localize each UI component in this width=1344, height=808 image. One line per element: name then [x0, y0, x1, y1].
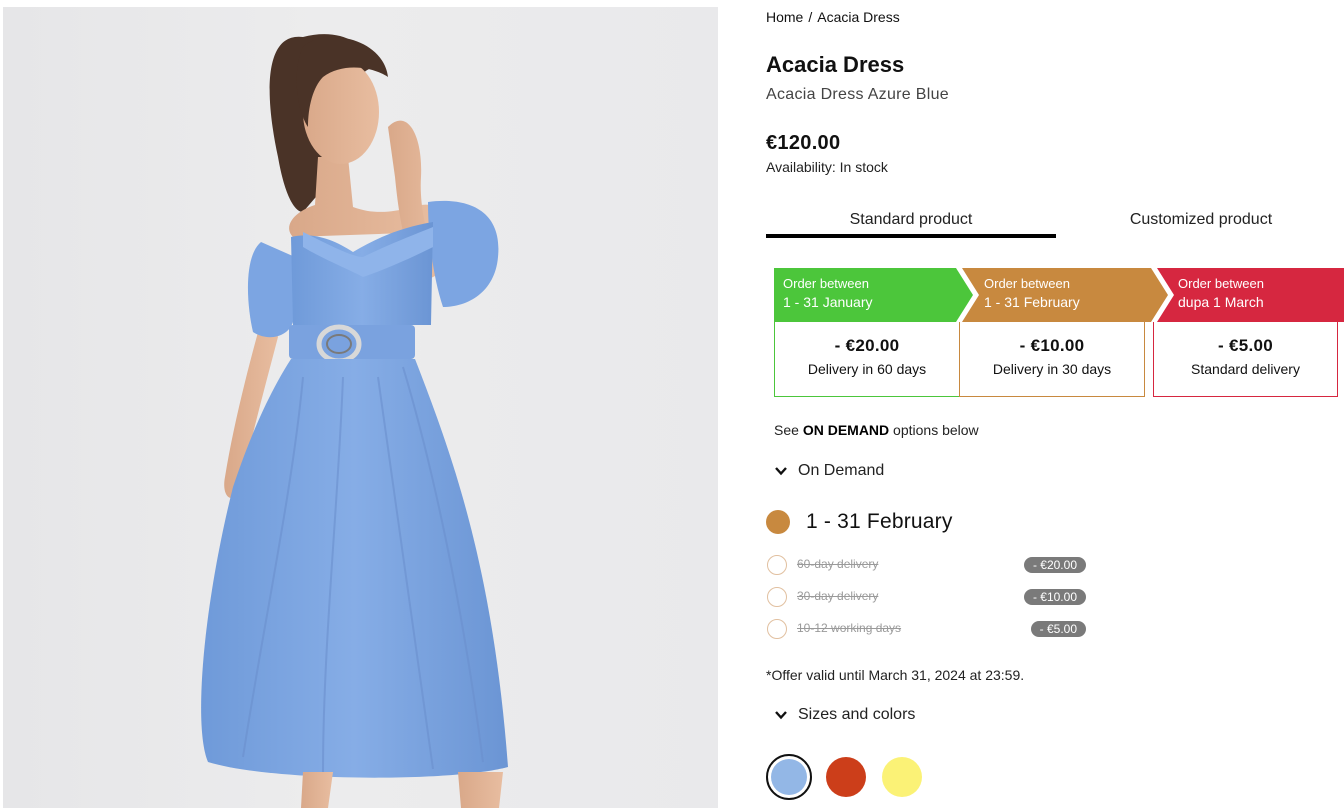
accordion-label: Sizes and colors — [798, 706, 916, 723]
product-type-tabs: Standard product Customized product — [766, 206, 1344, 238]
tier-header: Order between dupa 1 March — [1153, 268, 1338, 322]
delivery-option-radio[interactable] — [767, 619, 787, 639]
delivery-option-label: 60-day delivery — [797, 557, 879, 571]
tier-card-march: Order between dupa 1 March - €5.00 Stand… — [1153, 268, 1339, 397]
tier-dates: 1 - 31 February — [984, 294, 1080, 310]
product-title: Acacia Dress — [766, 52, 905, 77]
tier-card-january: Order between 1 - 31 January - €20.00 De… — [774, 268, 960, 397]
tier-label: Order between — [1178, 276, 1264, 291]
accordion-label: On Demand — [798, 462, 885, 479]
color-swatch-yellow[interactable] — [882, 757, 922, 797]
chevron-down-icon — [775, 467, 787, 476]
tier-delivery: Standard delivery — [1191, 361, 1300, 377]
product-subtitle: Acacia Dress Azure Blue — [766, 86, 949, 103]
chevron-down-icon — [775, 711, 787, 720]
tier-header: Order between 1 - 31 February — [959, 268, 1165, 322]
tier-header: Order between 1 - 31 January — [774, 268, 970, 322]
note-prefix: See — [774, 422, 799, 438]
tier-delivery: Delivery in 30 days — [992, 361, 1112, 377]
product-info-panel: Home / Acacia Dress Acacia Dress Acacia Dr… — [766, 0, 1344, 808]
color-swatch-red[interactable] — [826, 757, 866, 797]
product-price: €120.00 — [766, 132, 841, 154]
delivery-option-discount: - €20.00 — [1023, 557, 1086, 573]
tier-dates: dupa 1 March — [1178, 294, 1264, 310]
tier-body: - €20.00 Delivery in 60 days — [774, 322, 960, 397]
delivery-option-label: 30-day delivery — [797, 589, 879, 603]
on-demand-accordion-toggle[interactable]: On Demand — [774, 459, 884, 483]
sizes-colors-accordion-toggle[interactable]: Sizes and colors — [774, 703, 915, 727]
swatch-fill — [771, 759, 807, 795]
breadcrumb-home-link[interactable]: Home — [766, 9, 803, 25]
delivery-option-radio[interactable] — [767, 587, 787, 607]
tier-card-february: Order between 1 - 31 February - €10.00 D… — [959, 268, 1145, 397]
tier-delivery: Delivery in 60 days — [807, 361, 927, 377]
delivery-option: 10-12 working days - €5.00 — [766, 618, 1086, 640]
delivery-option-radio[interactable] — [767, 555, 787, 575]
see-on-demand-note: See ON DEMAND options below — [774, 422, 979, 438]
on-demand-period: 1 - 31 February — [766, 510, 953, 534]
breadcrumb-separator: / — [808, 9, 813, 25]
dress-model-illustration — [201, 34, 509, 808]
tier-dates: 1 - 31 January — [783, 294, 873, 310]
delivery-option-discount: - €10.00 — [1023, 589, 1086, 605]
tier-label: Order between — [984, 276, 1070, 291]
tier-label: Order between — [783, 276, 869, 291]
delivery-option: 60-day delivery - €20.00 — [766, 554, 1086, 576]
product-image[interactable] — [3, 7, 718, 808]
color-swatch-azure-blue[interactable] — [766, 754, 812, 800]
tier-discount: - €10.00 — [1019, 336, 1085, 355]
delivery-option-discount: - €5.00 — [1030, 621, 1086, 637]
offer-validity-note: *Offer valid until March 31, 2024 at 23:… — [766, 667, 1025, 683]
tab-standard-product[interactable]: Standard product — [766, 206, 1056, 238]
tier-discount: - €5.00 — [1217, 336, 1274, 355]
tier-body: - €5.00 Standard delivery — [1153, 322, 1338, 397]
period-color-dot — [766, 510, 790, 534]
tier-discount: - €20.00 — [834, 336, 900, 355]
delivery-option: 30-day delivery - €10.00 — [766, 586, 1086, 608]
period-label: 1 - 31 February — [806, 510, 953, 533]
delivery-option-label: 10-12 working days — [797, 621, 902, 635]
tier-body: - €10.00 Delivery in 30 days — [959, 322, 1145, 397]
tab-customized-product[interactable]: Customized product — [1056, 206, 1344, 238]
note-bold: ON DEMAND — [802, 422, 890, 438]
note-suffix: options below — [893, 422, 979, 438]
breadcrumb-current: Acacia Dress — [817, 9, 900, 25]
availability-status: Availability: In stock — [766, 159, 888, 175]
breadcrumb: Home / Acacia Dress — [766, 9, 900, 25]
